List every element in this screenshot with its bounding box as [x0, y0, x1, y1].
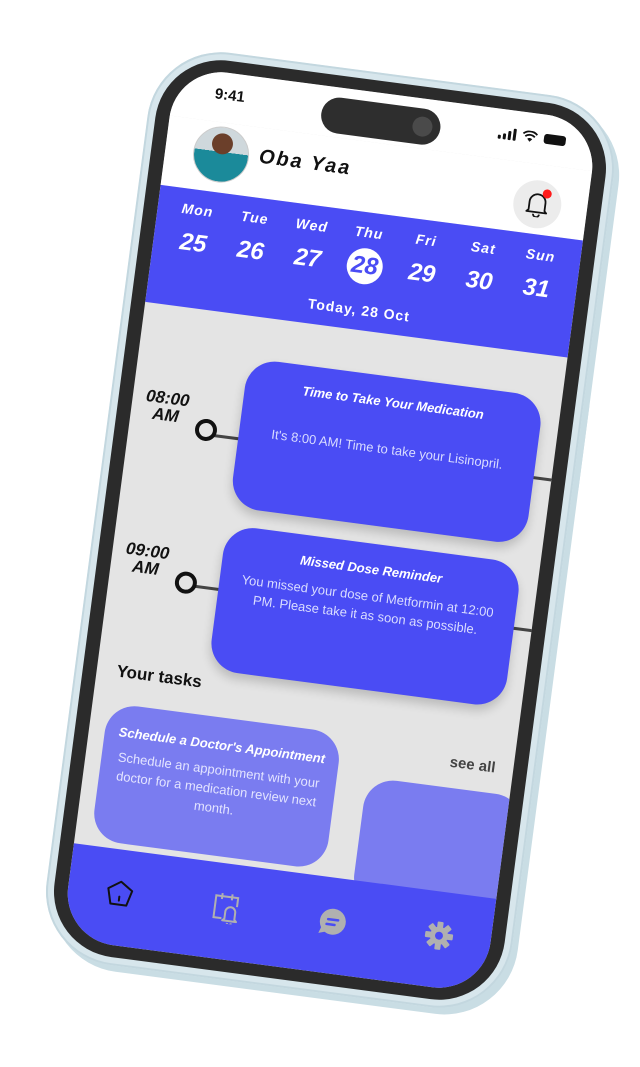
reminder-body: It's 8:00 AM! Time to take your Lisinopr…: [270, 426, 504, 472]
tasks-section-title: Your tasks: [115, 661, 203, 692]
reminder-card[interactable]: Time to Take Your Medication It's 8:00 A…: [229, 357, 545, 546]
day-date: 28: [344, 246, 385, 287]
day-name: Wed: [294, 214, 330, 236]
timeline-item: 08:00 AM Time to Take Your Medication It…: [140, 344, 562, 546]
day-date: 25: [178, 228, 209, 259]
status-time: 9:41: [213, 85, 246, 107]
timeline-dot: [193, 417, 219, 443]
nav-messages[interactable]: [308, 897, 357, 946]
camera-icon: [411, 115, 434, 138]
day-date: 27: [292, 243, 323, 274]
notification-badge: [542, 188, 553, 200]
user-name: Oba Yaa: [257, 145, 353, 180]
mockup-stage: 9:41 Oba Yaa Mon 25 Tue 26 Wed 27 Thu 28…: [0, 0, 640, 1067]
status-icons: [497, 127, 567, 148]
day-name: Sat: [470, 238, 497, 258]
timeline-time: 08:00 AM: [136, 386, 198, 427]
task-card[interactable]: Schedule a Doctor's Appointment Schedule…: [90, 702, 343, 871]
timeline-dot: [173, 570, 199, 595]
reminder-title: Time to Take Your Medication: [301, 383, 485, 423]
signal-icon: [497, 127, 517, 141]
calendar-day-mon[interactable]: Mon 25: [165, 199, 224, 265]
timeline-time: 09:00 AM: [116, 539, 178, 580]
nav-reminders[interactable]: [201, 883, 250, 932]
calendar-day-sat[interactable]: Sat 30: [451, 236, 510, 302]
calendar-day-fri[interactable]: Fri 29: [394, 229, 453, 295]
calendar-day-thu-selected[interactable]: Thu 28: [337, 221, 396, 287]
see-all-link[interactable]: see all: [449, 754, 497, 777]
day-date: 31: [521, 273, 552, 304]
day-name: Fri: [414, 230, 438, 250]
day-date: 26: [235, 235, 266, 266]
calendar-day-wed[interactable]: Wed 27: [279, 214, 338, 280]
calendar-day-sun[interactable]: Sun 31: [508, 244, 567, 310]
phone-device: 9:41 Oba Yaa Mon 25 Tue 26 Wed 27 Thu 28…: [36, 43, 624, 1017]
avatar[interactable]: [189, 123, 253, 186]
day-date: 29: [406, 258, 437, 289]
day-name: Thu: [353, 222, 385, 243]
day-name: Tue: [240, 207, 270, 228]
day-date: 30: [464, 265, 495, 296]
settings-icon: [424, 921, 454, 950]
reminder-card[interactable]: Missed Dose Reminder You missed your dos…: [207, 524, 523, 709]
day-name: Mon: [180, 199, 215, 220]
chat-icon: [317, 908, 346, 935]
day-name: Sun: [524, 245, 557, 265]
battery-icon: [543, 133, 567, 147]
home-icon: [107, 880, 134, 907]
nav-settings[interactable]: [414, 911, 463, 960]
nav-home[interactable]: [95, 869, 144, 918]
calendar-reminder-icon: [212, 893, 240, 926]
notifications-button[interactable]: [510, 177, 565, 232]
calendar-day-tue[interactable]: Tue 26: [222, 206, 281, 272]
wifi-icon: [522, 130, 539, 142]
